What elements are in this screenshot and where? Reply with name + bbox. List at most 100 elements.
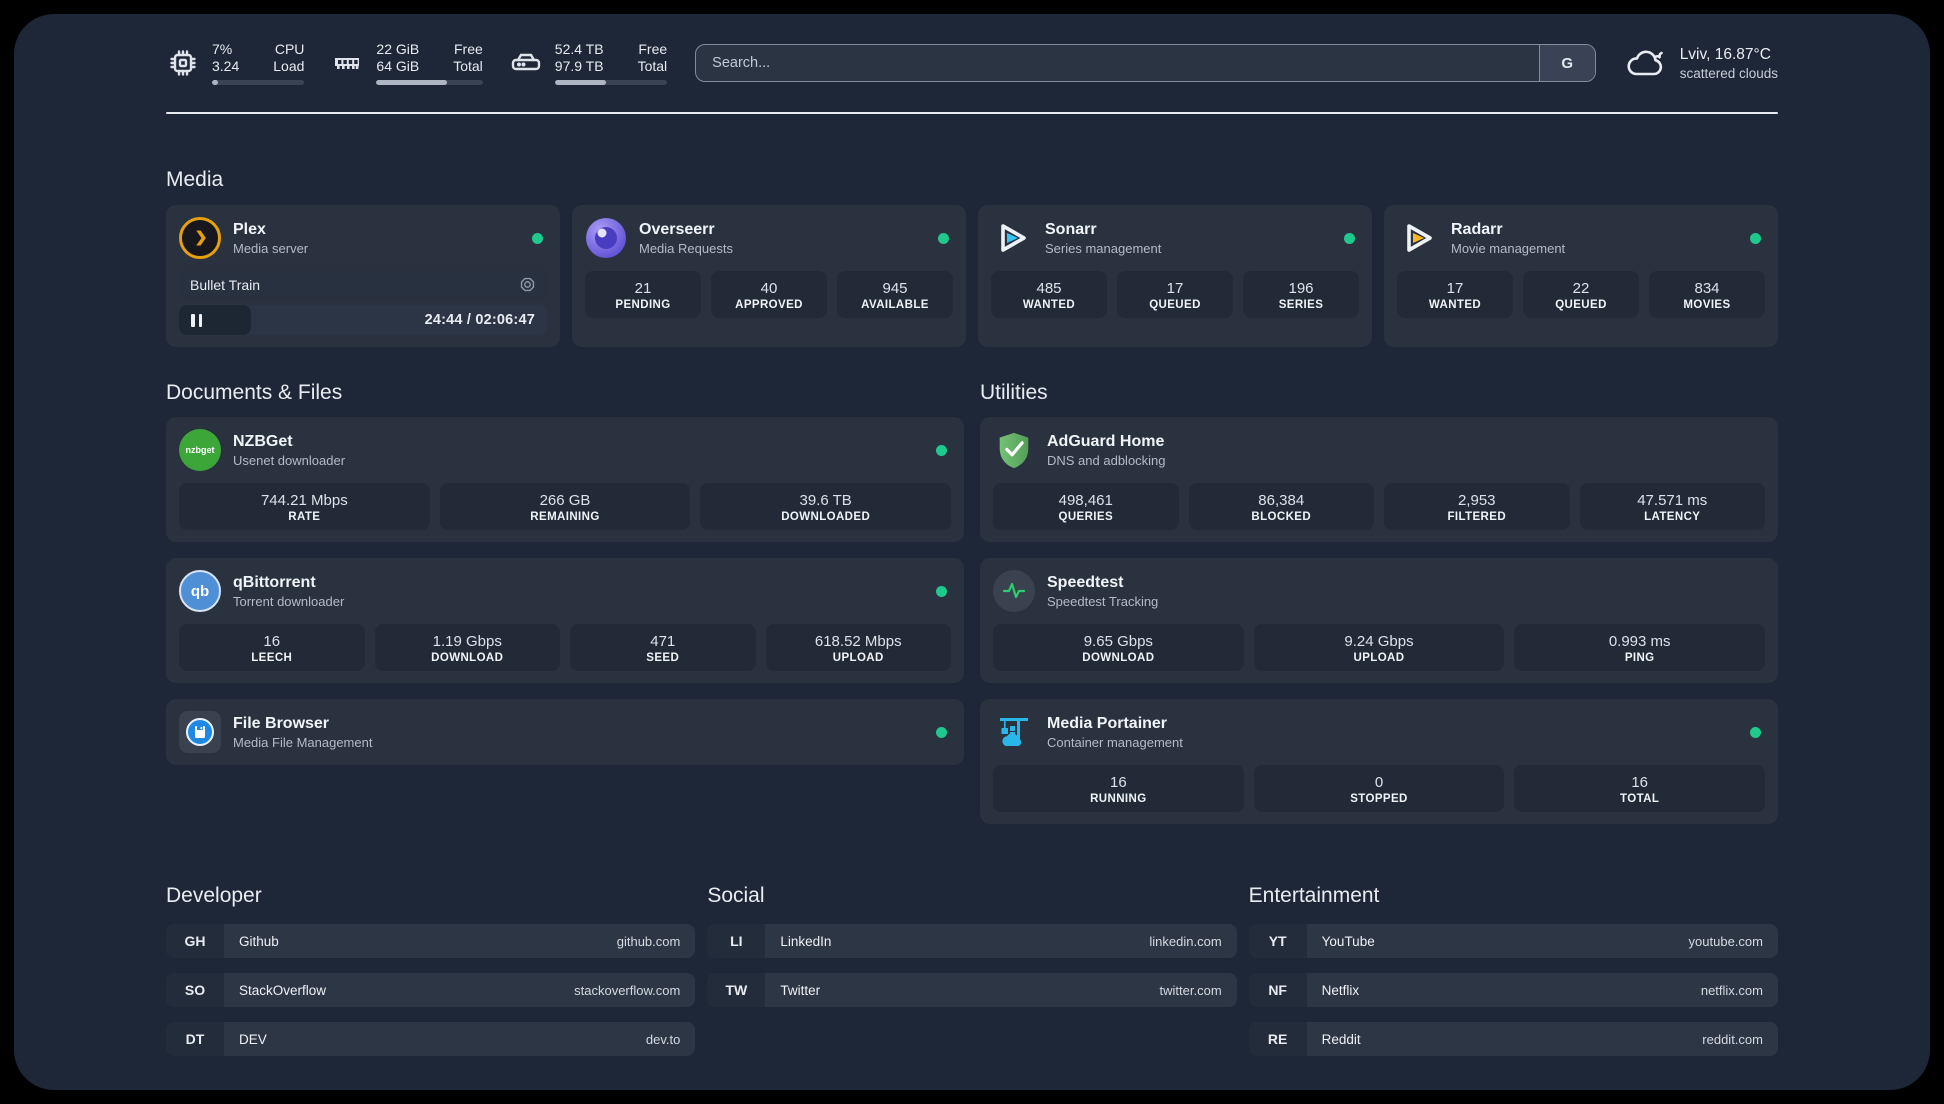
memory-progress-fill <box>376 80 447 85</box>
disk-free-label: Free <box>638 41 668 57</box>
status-dot-online <box>1750 232 1761 244</box>
app-card-plex[interactable]: Plex Media server Bullet Train 24:44 / 0… <box>166 205 560 347</box>
disk-metric: 52.4 TB Free 97.9 TB Total <box>509 41 668 85</box>
stat-value: 618.52 Mbps <box>814 633 902 650</box>
section-title-social: Social <box>707 884 765 907</box>
app-card-nzbget[interactable]: nzbget NZBGet Usenet downloader 744.21 M… <box>166 417 964 542</box>
bookmark-name: StackOverflow <box>239 982 327 998</box>
bookmark-url: stackoverflow.com <box>574 982 681 998</box>
stat-value: 744.21 Mbps <box>260 492 348 509</box>
stat-label: QUERIES <box>1058 511 1114 523</box>
playback-progress-bar[interactable]: 24:44 / 02:06:47 <box>179 305 547 335</box>
stat-label: BLOCKED <box>1251 511 1312 523</box>
stat-value: 22 <box>1572 280 1590 297</box>
app-card-qbittorrent[interactable]: qb qBittorrent Torrent downloader 16 LEE… <box>166 558 964 683</box>
stat-label: RATE <box>288 511 321 523</box>
app-name: Speedtest <box>1047 573 1124 591</box>
stat-label: RUNNING <box>1090 793 1147 805</box>
memory-free-value: 22 GiB <box>376 41 420 57</box>
bookmark-linkedin[interactable]: LI LinkedIn linkedin.com <box>707 924 1237 958</box>
stat-movies: 834 MOVIES <box>1649 271 1765 318</box>
status-dot-online <box>1344 232 1355 244</box>
stat-value: 40 <box>760 280 778 297</box>
dashboard-panel: 7% CPU 3.24 Load 22 GiB Free 64 GiB Tota… <box>14 14 1930 1090</box>
bookmark-abbr: GH <box>166 924 224 958</box>
bookmark-reddit[interactable]: RE Reddit reddit.com <box>1248 1022 1778 1056</box>
stat-label: DOWNLOAD <box>431 652 504 664</box>
bookmark-github[interactable]: GH Github github.com <box>166 924 696 958</box>
stat-stopped: 0 STOPPED <box>1253 765 1505 812</box>
app-card-radarr[interactable]: Radarr Movie management 17 WANTED 22 QUE… <box>1384 205 1778 347</box>
stat-value: 0 <box>1374 774 1384 791</box>
cpu-metric: 7% CPU 3.24 Load <box>166 41 305 85</box>
bookmark-name: Netflix <box>1321 982 1360 998</box>
bookmark-name: Github <box>239 933 279 949</box>
stat-label: PENDING <box>615 299 671 311</box>
section-title-entertainment: Entertainment <box>1248 884 1380 907</box>
app-card-filebrowser[interactable]: File Browser Media File Management <box>166 699 964 765</box>
stat-remaining: 266 GB REMAINING <box>439 483 691 530</box>
bookmark-url: netflix.com <box>1700 982 1763 998</box>
status-dot-online <box>936 444 947 456</box>
stat-label: DOWNLOADED <box>781 511 871 523</box>
stat-label: PING <box>1624 652 1655 664</box>
stat-label: SEED <box>646 652 680 664</box>
app-card-adguard[interactable]: AdGuard Home DNS and adblocking 498,461 … <box>980 417 1778 542</box>
app-card-sonarr[interactable]: Sonarr Series management 485 WANTED 17 Q… <box>978 205 1372 347</box>
bookmark-youtube[interactable]: YT YouTube youtube.com <box>1248 924 1778 958</box>
disk-progress-fill <box>554 80 607 85</box>
search-bar: G <box>695 44 1596 82</box>
bookmark-name: LinkedIn <box>780 933 832 949</box>
status-dot-online <box>936 726 947 738</box>
bookmark-stackoverflow[interactable]: SO StackOverflow stackoverflow.com <box>166 973 696 1007</box>
stat-latency: 47.571 ms LATENCY <box>1579 483 1765 530</box>
cpu-label: CPU <box>274 41 305 57</box>
bookmark-dev[interactable]: DT DEV dev.to <box>166 1022 696 1056</box>
weather-condition: scattered clouds <box>1679 65 1778 81</box>
section-title-media: Media <box>166 168 224 191</box>
stat-value: 39.6 TB <box>799 492 852 509</box>
now-playing-title: Bullet Train <box>190 276 261 293</box>
stat-value: 17 <box>1446 280 1464 297</box>
memory-total-label: Total <box>453 58 483 74</box>
app-card-speedtest[interactable]: Speedtest Speedtest Tracking 9.65 Gbps D… <box>980 558 1778 683</box>
stat-approved: 40 APPROVED <box>711 271 827 318</box>
stat-total: 16 TOTAL <box>1514 765 1766 812</box>
session-settings-icon[interactable] <box>519 276 536 293</box>
status-dot-online <box>938 232 949 244</box>
stat-label: WANTED <box>1428 299 1482 311</box>
stat-label: DOWNLOAD <box>1082 652 1155 664</box>
app-name: qBittorrent <box>233 573 316 591</box>
bookmark-twitter[interactable]: TW Twitter twitter.com <box>707 973 1237 1007</box>
stat-running: 16 RUNNING <box>993 765 1244 812</box>
bookmark-name: YouTube <box>1321 933 1375 949</box>
bookmark-url: linkedin.com <box>1149 933 1222 949</box>
playback-time: 24:44 / 02:06:47 <box>424 312 535 328</box>
app-subtitle: Speedtest Tracking <box>1047 593 1159 609</box>
stat-label: LEECH <box>251 652 293 664</box>
app-card-overseerr[interactable]: Overseerr Media Requests 21 PENDING 40 A… <box>572 205 966 347</box>
app-subtitle: Usenet downloader <box>233 452 346 468</box>
cpu-icon <box>166 46 200 80</box>
app-name: Radarr <box>1451 220 1503 238</box>
app-subtitle: Media server <box>233 240 309 256</box>
bookmark-netflix[interactable]: NF Netflix netflix.com <box>1248 973 1778 1007</box>
stat-queued: 17 QUEUED <box>1117 271 1233 318</box>
stat-value: 47.571 ms <box>1637 492 1708 509</box>
search-engine-button[interactable]: G <box>1538 45 1595 81</box>
stat-value: 16 <box>1109 774 1127 791</box>
search-input[interactable] <box>696 45 1539 81</box>
app-card-portainer[interactable]: Media Portainer Container management 16 … <box>980 699 1778 824</box>
stat-label: FILTERED <box>1447 511 1507 523</box>
weather-widget: Lviv, 16.87°C scattered clouds <box>1624 45 1778 81</box>
playback-elapsed-fill <box>179 305 251 335</box>
stat-downloaded: 39.6 TB DOWNLOADED <box>700 483 952 530</box>
app-subtitle: Series management <box>1045 240 1162 256</box>
pause-icon[interactable] <box>191 313 202 327</box>
filebrowser-icon <box>179 711 221 753</box>
app-name: AdGuard Home <box>1047 432 1165 450</box>
stat-value: 945 <box>882 280 908 297</box>
cpu-progress-fill <box>212 80 219 85</box>
stat-value: 21 <box>634 280 652 297</box>
stat-label: UPLOAD <box>832 652 884 664</box>
